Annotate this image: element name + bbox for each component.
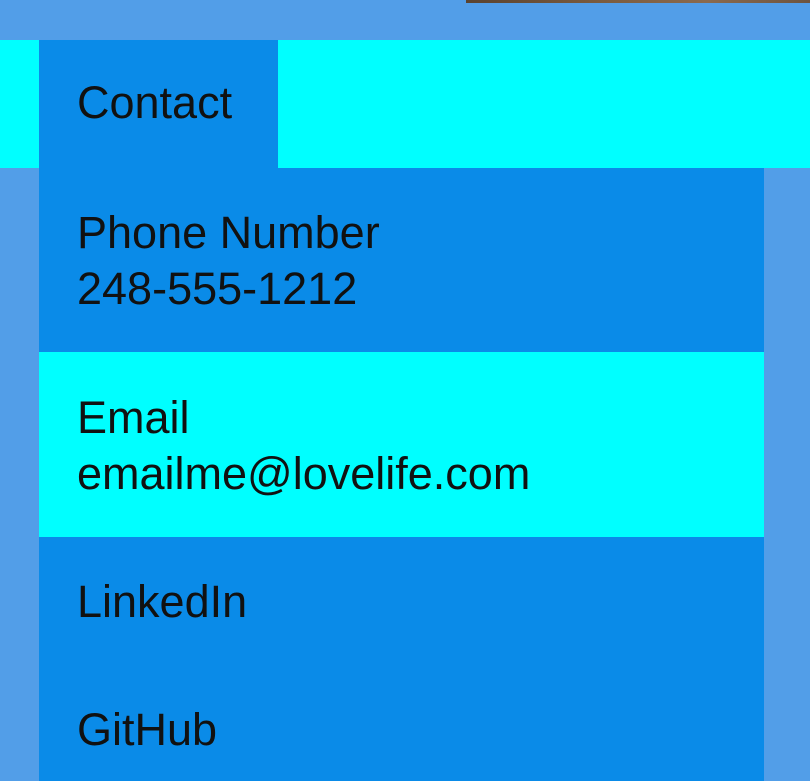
phone-number-value: 248-555-1212 — [77, 263, 358, 314]
linkedin-label: LinkedIn — [77, 576, 248, 627]
email-value: emailme@lovelife.com — [77, 448, 531, 499]
contact-panel: Phone Number 248-555-1212 Email emailme@… — [39, 168, 764, 781]
contact-page: Contact Phone Number 248-555-1212 Email … — [0, 0, 810, 781]
cropped-header-image — [466, 0, 810, 3]
phone-number-item: Phone Number 248-555-1212 — [39, 168, 764, 352]
linkedin-link[interactable]: LinkedIn — [39, 537, 764, 665]
email-item: Email emailme@lovelife.com — [39, 352, 764, 537]
github-link[interactable]: GitHub — [39, 665, 764, 781]
github-label: GitHub — [77, 704, 218, 755]
email-label: Email — [77, 392, 190, 443]
contact-title: Contact — [77, 77, 233, 128]
contact-tab[interactable]: Contact — [39, 40, 278, 168]
phone-number-label: Phone Number — [77, 207, 380, 258]
